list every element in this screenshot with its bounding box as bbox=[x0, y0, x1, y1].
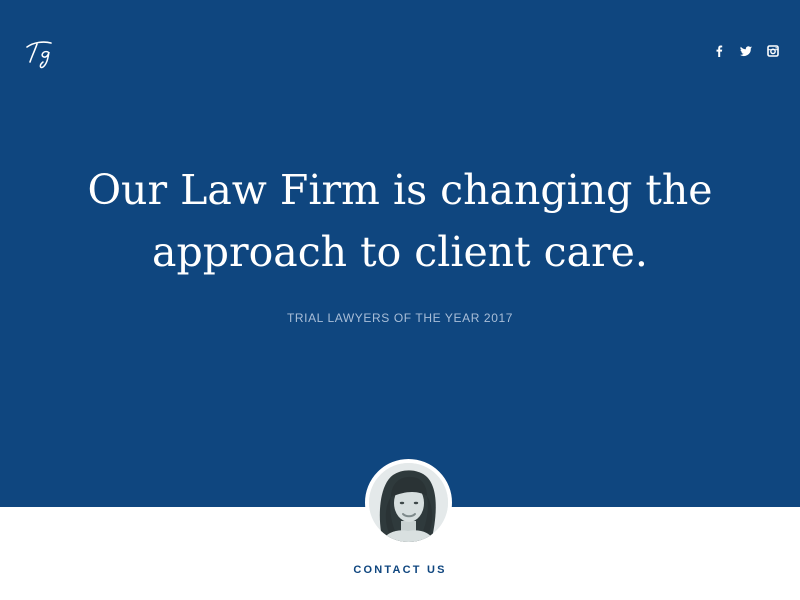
hero-headline: Our Law Firm is changing the approach to… bbox=[0, 160, 800, 283]
avatar bbox=[365, 459, 452, 546]
signature-logo-icon bbox=[26, 41, 52, 69]
headline-line-2: approach to client care. bbox=[152, 227, 648, 276]
portrait-photo-icon bbox=[369, 463, 448, 542]
headline-line-1: Our Law Firm is changing the bbox=[87, 166, 713, 214]
hero-section: Our Law Firm is changing the approach to… bbox=[0, 0, 800, 507]
facebook-icon bbox=[716, 45, 723, 57]
twitter-link[interactable] bbox=[739, 44, 753, 58]
hero-subtitle: TRIAL LAWYERS OF THE YEAR 2017 bbox=[286, 311, 514, 325]
instagram-link[interactable] bbox=[766, 44, 780, 58]
twitter-icon bbox=[740, 46, 752, 57]
logo[interactable] bbox=[24, 36, 58, 70]
instagram-icon bbox=[767, 45, 779, 57]
contact-us-link[interactable]: CONTACT US bbox=[0, 564, 800, 576]
facebook-link[interactable] bbox=[712, 44, 726, 58]
social-links bbox=[712, 44, 780, 58]
